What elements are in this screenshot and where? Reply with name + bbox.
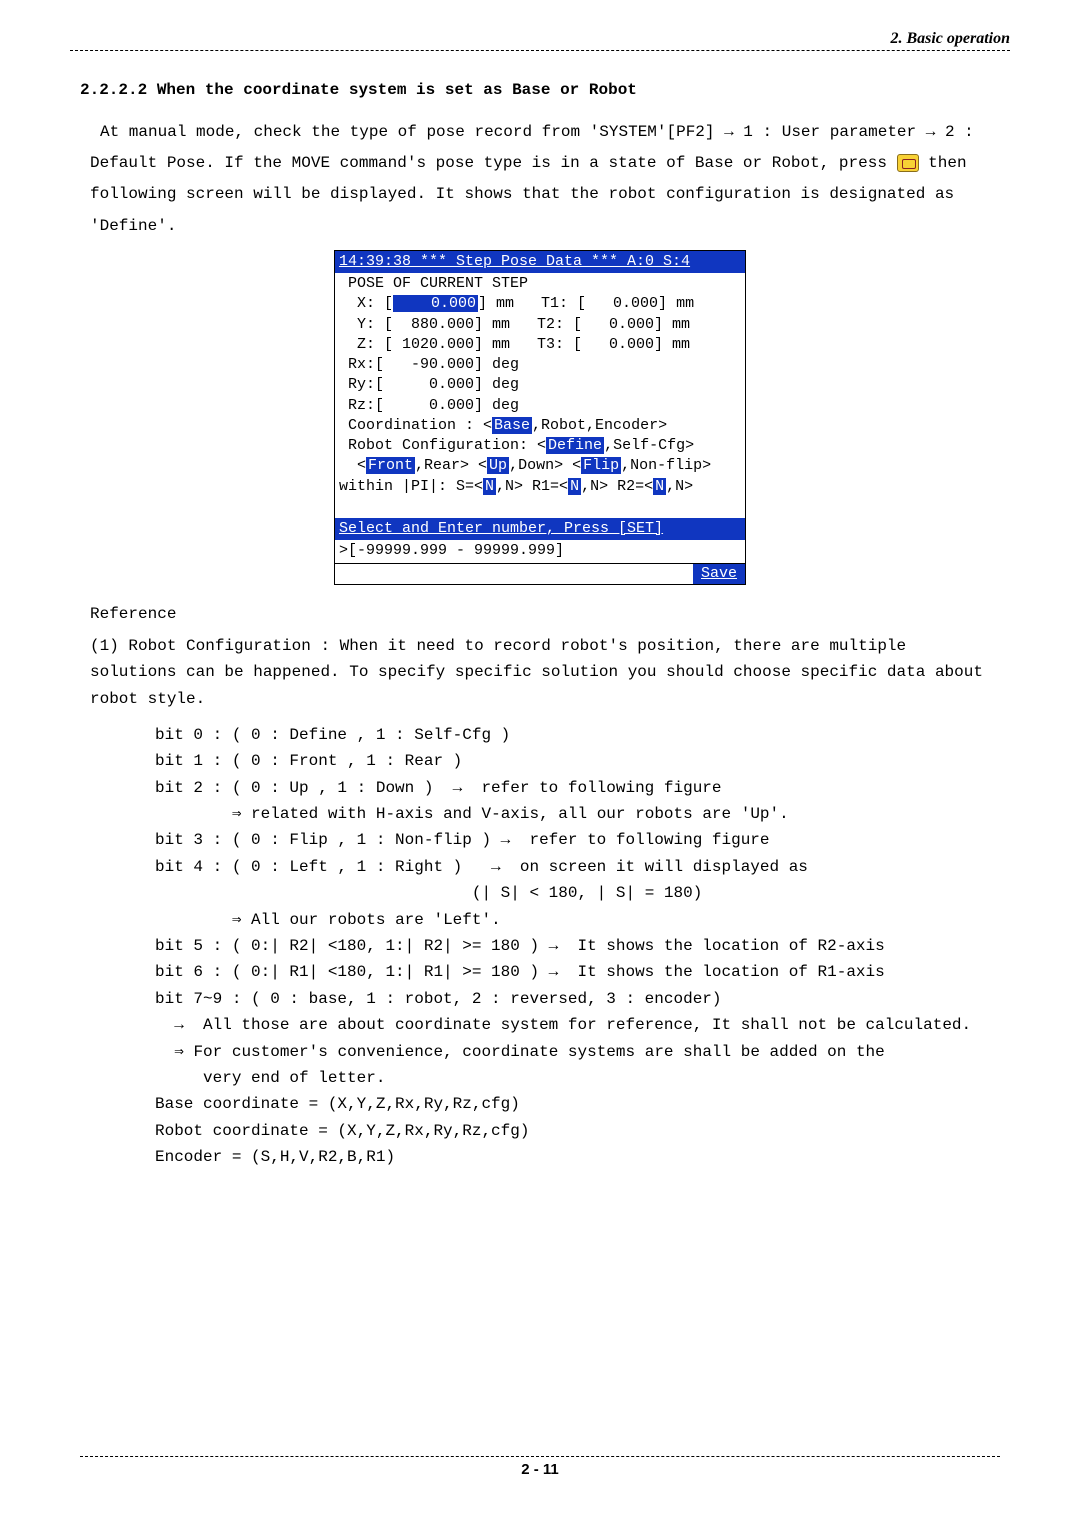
- intro-line-4: 'Define'.: [90, 213, 990, 240]
- screen-prompt: Select and Enter number, Press [SET]: [335, 518, 745, 540]
- pose-data-screen: 14:39:38 *** Step Pose Data *** A:0 S:4 …: [334, 250, 746, 585]
- intro-line-3: following screen will be displayed. It s…: [90, 181, 990, 208]
- section-title: 2.2.2.2 When the coordinate system is se…: [80, 81, 1010, 99]
- reference-label: Reference: [90, 605, 1010, 623]
- chapter-header: 2. Basic operation: [70, 0, 1010, 48]
- bit-definitions: bit 0 : ( 0 : Define , 1 : Self-Cfg ) bi…: [155, 722, 1010, 1171]
- row-rx: Rx:[ -90.000] deg: [339, 355, 741, 375]
- divider-top: [70, 50, 1010, 51]
- blank-row: [339, 497, 741, 517]
- intro-line-1: At manual mode, check the type of pose r…: [100, 119, 990, 146]
- screen-bottom: Save: [335, 563, 745, 584]
- page-number: 2 - 11: [521, 1461, 559, 1478]
- row-z: Z: [ 1020.000] mm T3: [ 0.000] mm: [339, 335, 741, 355]
- page-footer: 2 - 11: [80, 1456, 1000, 1478]
- row-x: X: [ 0.000] mm T1: [ 0.000] mm: [339, 294, 741, 314]
- row-y: Y: [ 880.000] mm T2: [ 0.000] mm: [339, 315, 741, 335]
- row-ry: Ry:[ 0.000] deg: [339, 375, 741, 395]
- robot-icon: [897, 154, 919, 172]
- robot-config-description: (1) Robot Configuration : When it need t…: [90, 633, 990, 712]
- save-button[interactable]: Save: [693, 564, 745, 584]
- row-front-rear: <Front,Rear> <Up,Down> <Flip,Non-flip>: [339, 456, 741, 476]
- row-coordination: Coordination : <Base,Robot,Encoder>: [339, 416, 741, 436]
- screen-subtitle: POSE OF CURRENT STEP: [339, 274, 741, 294]
- screen-range: >[-99999.999 - 99999.999]: [335, 540, 745, 562]
- intro-line-2b: then: [928, 154, 966, 172]
- screen-title: 14:39:38 *** Step Pose Data *** A:0 S:4: [335, 251, 745, 273]
- intro-line-2a: Default Pose. If the MOVE command's pose…: [90, 154, 897, 172]
- row-rz: Rz:[ 0.000] deg: [339, 396, 741, 416]
- row-robot-config: Robot Configuration: <Define,Self-Cfg>: [339, 436, 741, 456]
- intro-line-2: Default Pose. If the MOVE command's pose…: [90, 150, 990, 177]
- row-within-pi: within |PI|: S=<N,N> R1=<N,N> R2=<N,N>: [339, 477, 741, 497]
